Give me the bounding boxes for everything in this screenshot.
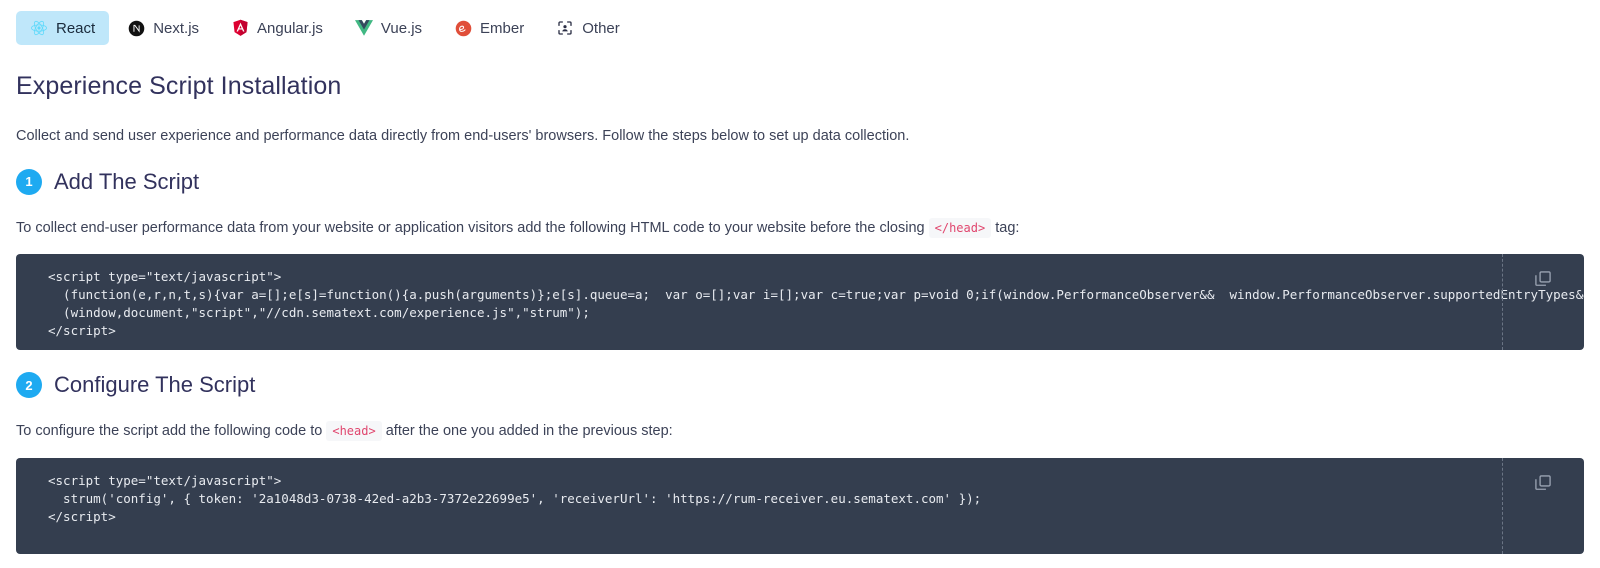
step-2-inline-tag: <head> [326, 421, 382, 442]
step-2-description: To configure the script add the followin… [16, 421, 1584, 442]
vue-icon [354, 19, 373, 37]
framework-tabbar: React Next.js Angular.js Vue.js Ember Ot… [0, 0, 1600, 54]
ember-icon [454, 19, 472, 37]
step-1-desc-after: tag: [995, 219, 1020, 236]
step-1-codeblock[interactable]: <script type="text/javascript"> (functio… [16, 254, 1584, 351]
step-2-badge: 2 [16, 372, 42, 399]
page-content: Experience Script Installation Collect a… [0, 72, 1600, 554]
tab-label: React [56, 19, 96, 37]
react-icon [30, 19, 48, 37]
step-1-desc-before: To collect end-user performance data fro… [16, 219, 925, 236]
step-1-header: 1 Add The Script [16, 168, 1584, 195]
page-title: Experience Script Installation [16, 72, 342, 100]
step-2-desc-after: after the one you added in the previous … [385, 423, 673, 440]
copy-icon[interactable] [1532, 472, 1554, 494]
tab-angular[interactable]: Angular.js [217, 11, 337, 45]
step-1-code: <script type="text/javascript"> (functio… [48, 269, 1584, 339]
step-1-code-divider [1502, 254, 1503, 351]
nextjs-icon [127, 19, 145, 37]
tab-label: Angular.js [257, 19, 323, 37]
tab-label: Other [582, 19, 620, 37]
step-1-inline-tag: </head> [928, 217, 992, 238]
tab-vuejs[interactable]: Vue.js [341, 11, 436, 45]
step-2-code: <script type="text/javascript"> strum('c… [48, 472, 982, 524]
step-1-title: Add The Script [54, 168, 200, 194]
tab-label: Vue.js [380, 19, 423, 37]
step-1-description: To collect end-user performance data fro… [16, 217, 1584, 239]
page-intro: Collect and send user experience and per… [16, 128, 910, 144]
step-2-desc-before: To configure the script add the followin… [16, 423, 323, 440]
tab-ember[interactable]: Ember [440, 11, 538, 45]
angular-icon [231, 19, 249, 37]
other-icon [556, 19, 574, 37]
tab-nextjs[interactable]: Next.js [113, 11, 213, 45]
step-2-title: Configure The Script [54, 372, 256, 398]
copy-icon[interactable] [1532, 268, 1554, 290]
tab-label: Next.js [153, 19, 200, 37]
step-2-code-divider [1502, 457, 1503, 554]
tab-label: Ember [480, 19, 525, 37]
step-1-badge: 1 [16, 168, 42, 195]
tab-other[interactable]: Other [542, 11, 634, 45]
step-2-codeblock[interactable]: <script type="text/javascript"> strum('c… [16, 457, 1584, 554]
step-2-header: 2 Configure The Script [16, 372, 1584, 399]
tab-react[interactable]: React [16, 11, 110, 45]
